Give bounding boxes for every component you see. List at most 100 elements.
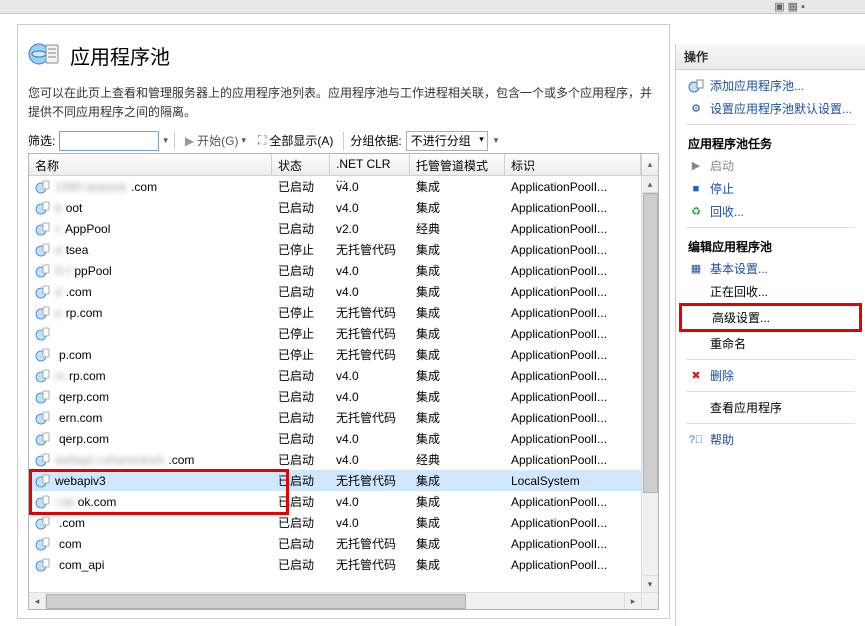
table-row[interactable]: erp.com已停止无托管代码集成ApplicationPoolI... xyxy=(29,302,641,323)
play-icon: ▶ xyxy=(185,134,194,148)
cell-ident: ApplicationPoolI... xyxy=(505,390,641,404)
action-help[interactable]: ?⃝ 帮助 xyxy=(680,428,861,451)
show-all-button[interactable]: ⛶全部显示(A) xyxy=(254,130,337,151)
vscroll-thumb[interactable] xyxy=(643,193,658,493)
action-stop[interactable]: ■ 停止 xyxy=(680,177,861,200)
table-row[interactable]: D fppPool已启动v4.0集成ApplicationPoolI... xyxy=(29,260,641,281)
action-view-apps[interactable]: 查看应用程序 xyxy=(680,396,861,419)
cell-mode: 经典 xyxy=(410,220,505,237)
pool-icon xyxy=(35,557,51,573)
table-row[interactable]: webapi.csframework.com已启动v4.0经典Applicati… xyxy=(29,449,641,470)
cell-name: c AppPool xyxy=(29,221,272,237)
scroll-left-arrow[interactable]: ◂ xyxy=(29,593,46,609)
table-row[interactable]: mrp.com已启动v4.0集成ApplicationPoolI... xyxy=(29,365,641,386)
table-row[interactable]: dtsea已停止无托管代码集成ApplicationPoolI... xyxy=(29,239,641,260)
pool-icon xyxy=(35,179,51,195)
table-row[interactable]: c AppPool已启动v2.0经典ApplicationPoolI... xyxy=(29,218,641,239)
cell-mode: 集成 xyxy=(410,262,505,279)
cell-ident: ApplicationPoolI... xyxy=(505,222,641,236)
cell-ident: ApplicationPoolI... xyxy=(505,285,641,299)
table-row[interactable]: qerp.com已启动v4.0集成ApplicationPoolI... xyxy=(29,428,641,449)
groupby-label: 分组依据: xyxy=(350,132,401,149)
actions-title: 操作 xyxy=(676,44,865,70)
cell-status: 已启动 xyxy=(272,472,330,489)
cell-name: qerp.com xyxy=(29,389,272,405)
cell-ident: ApplicationPoolI... xyxy=(505,537,641,551)
pool-icon xyxy=(35,410,51,426)
cell-clr: 无托管代码 xyxy=(330,472,410,489)
pool-icon xyxy=(35,389,51,405)
cell-name: webapi.csframework.com xyxy=(29,452,272,468)
recycle-icon: ♻ xyxy=(688,204,704,220)
delete-icon: ✖ xyxy=(688,368,704,384)
cell-clr: v4.0 xyxy=(330,495,410,509)
action-delete[interactable]: ✖ 删除 xyxy=(680,364,861,387)
table-row[interactable]: com已启动无托管代码集成ApplicationPoolI... xyxy=(29,533,641,554)
cell-ident: ApplicationPoolI... xyxy=(505,432,641,446)
col-mode[interactable]: 托管管道模式 xyxy=(410,154,505,175)
app-pool-icon xyxy=(28,37,62,74)
vertical-scrollbar[interactable]: ▴ ▾ xyxy=(641,176,658,592)
action-advanced-settings[interactable]: 高级设置... xyxy=(679,303,862,332)
col-ident[interactable]: 标识 xyxy=(505,154,641,175)
table-row[interactable]: qerp.com已启动v4.0集成ApplicationPoolI... xyxy=(29,386,641,407)
basic-settings-icon: ▦ xyxy=(688,261,704,277)
table-row[interactable]: d.com已启动v4.0集成ApplicationPoolI... xyxy=(29,281,641,302)
cell-clr: v4.0 xyxy=(330,516,410,530)
filter-input[interactable] xyxy=(59,131,159,151)
cell-ident: ApplicationPoolI... xyxy=(505,201,641,215)
add-pool-icon xyxy=(688,78,704,94)
action-basic-settings[interactable]: ▦ 基本设置... xyxy=(680,257,861,280)
showall-icon: ⛶ xyxy=(258,133,266,148)
pool-icon xyxy=(35,515,51,531)
cell-status: 已启动 xyxy=(272,535,330,552)
titlebar-icons: ▣ ▦ ▪ xyxy=(774,0,805,13)
table-row[interactable]: com_api已启动无托管代码集成ApplicationPoolI... xyxy=(29,554,641,575)
cell-clr: v4.0 xyxy=(330,180,410,194)
cell-status: 已启动 xyxy=(272,430,330,447)
horizontal-scrollbar[interactable]: ◂ ▸ xyxy=(29,592,641,609)
cell-status: 已停止 xyxy=(272,241,330,258)
table-row[interactable]: webapiv3已启动无托管代码集成LocalSystem xyxy=(29,470,641,491)
table-row[interactable]: 1090 iatatook.com已启动v4.0集成ApplicationPoo… xyxy=(29,176,641,197)
cell-status: 已停止 xyxy=(272,346,330,363)
cell-mode: 集成 xyxy=(410,367,505,384)
action-recycling[interactable]: 正在回收... xyxy=(680,280,861,303)
action-rename[interactable]: 重命名 xyxy=(680,332,861,355)
pool-icon xyxy=(35,452,51,468)
table-row[interactable]: 已停止无托管代码集成ApplicationPoolI... xyxy=(29,323,641,344)
table-row[interactable]: i latok.com已启动v4.0集成ApplicationPoolI... xyxy=(29,491,641,512)
groupby-select[interactable]: 不进行分组 xyxy=(406,131,488,151)
scroll-down-arrow[interactable]: ▾ xyxy=(642,575,658,592)
cell-ident: ApplicationPoolI... xyxy=(505,243,641,257)
cell-ident: ApplicationPoolI... xyxy=(505,495,641,509)
table-row[interactable]: p.com已停止无托管代码集成ApplicationPoolI... xyxy=(29,344,641,365)
scroll-up-arrow[interactable]: ▴ xyxy=(642,176,658,193)
stop-icon: ■ xyxy=(688,181,704,197)
action-add-pool[interactable]: 添加应用程序池... xyxy=(680,74,861,97)
scroll-right-arrow[interactable]: ▸ xyxy=(624,593,641,609)
table-row[interactable]: boot已启动v4.0集成ApplicationPoolI... xyxy=(29,197,641,218)
col-name[interactable]: 名称 xyxy=(29,154,272,175)
col-status[interactable]: 状态 xyxy=(272,154,330,175)
cell-mode: 集成 xyxy=(410,472,505,489)
cell-mode: 集成 xyxy=(410,199,505,216)
action-set-default[interactable]: ⚙ 设置应用程序池默认设置... xyxy=(680,97,861,120)
table-row[interactable]: .com已启动v4.0集成ApplicationPoolI... xyxy=(29,512,641,533)
col-clr[interactable]: .NET CLR ... xyxy=(330,154,410,175)
start-button[interactable]: ▶开始(G)▾ xyxy=(181,130,250,151)
action-start[interactable]: ▶ 启动 xyxy=(680,154,861,177)
cell-mode: 集成 xyxy=(410,178,505,195)
filter-dropdown-icon[interactable]: ▾ xyxy=(163,135,168,146)
cell-mode: 集成 xyxy=(410,514,505,531)
hscroll-thumb[interactable] xyxy=(46,594,466,609)
pool-icon xyxy=(35,284,51,300)
page-description: 您可以在此页上查看和管理服务器上的应用程序池列表。应用程序池与工作进程相关联，包… xyxy=(28,84,659,122)
cell-clr: 无托管代码 xyxy=(330,346,410,363)
cell-name: p.com xyxy=(29,347,272,363)
table-row[interactable]: ern.com已启动无托管代码集成ApplicationPoolI... xyxy=(29,407,641,428)
cell-status: 已启动 xyxy=(272,556,330,573)
action-recycle[interactable]: ♻ 回收... xyxy=(680,200,861,223)
col-overflow[interactable] xyxy=(641,154,658,175)
groupby-extra-icon[interactable]: ▾ xyxy=(494,135,499,146)
